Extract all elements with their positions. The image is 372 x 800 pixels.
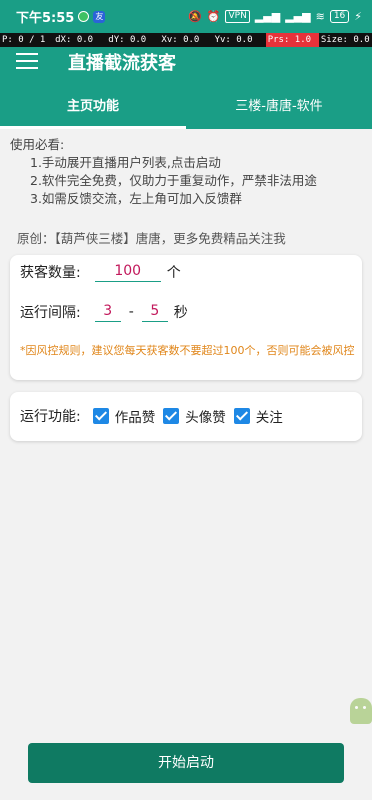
- notice-item: 1.手动展开直播用户列表,点击启动: [30, 155, 221, 170]
- tab-home-functions[interactable]: 主页功能: [0, 92, 186, 129]
- app-notification-icon: 友: [93, 10, 106, 23]
- signal-icon-2: ▂▄▆: [285, 10, 311, 23]
- debug-yv: Yv: 0.0: [214, 35, 253, 45]
- alarm-muted-icon: 🔕: [188, 10, 202, 23]
- battery-icon: 16: [329, 10, 350, 23]
- start-button[interactable]: 开始启动: [28, 743, 344, 783]
- debug-dx: dX: 0.0: [55, 35, 94, 45]
- tab-bar: 主页功能 三楼-唐唐-软件: [0, 92, 372, 129]
- checkbox-label: 作品赞: [114, 410, 156, 426]
- pointer-debug-bar: P: 0 / 1 dX: 0.0 dY: 0.0 Xv: 0.0 Yv: 0.0…: [0, 33, 372, 47]
- checkbox-label: 头像赞: [185, 410, 226, 426]
- app-title: 直播截流获客: [68, 53, 176, 74]
- interval-row: 运行间隔: 3 - 5 秒: [20, 301, 188, 322]
- checkbox-checked-icon: [92, 408, 109, 424]
- functions-card: 运行功能: 作品赞 头像赞 关注: [10, 392, 362, 441]
- usage-notice: 使用必看: 1.手动展开直播用户列表,点击启动 2.软件完全免费，仅助力于重复动…: [10, 136, 317, 208]
- notice-item: 2.软件完全免费，仅助力于重复动作，严禁非法用途: [30, 173, 317, 188]
- alarm-icon: ⏰: [206, 10, 221, 23]
- follow-checkbox[interactable]: 关注: [233, 406, 283, 426]
- wifi-icon: ≋: [315, 10, 325, 23]
- settings-card: 获客数量: 100 个 运行间隔: 3 - 5 秒 *因风控规则，建议您每天获客…: [10, 255, 362, 380]
- interval-label: 运行间隔:: [20, 304, 81, 321]
- checkbox-label: 关注: [255, 410, 283, 426]
- android-floating-icon[interactable]: [350, 698, 372, 724]
- menu-icon[interactable]: [16, 53, 38, 71]
- count-label: 获客数量:: [20, 264, 81, 281]
- interval-unit: 秒: [173, 304, 188, 321]
- signal-icon: ▂▄▆: [254, 10, 281, 23]
- count-input[interactable]: 100: [94, 261, 161, 282]
- interval-min-input[interactable]: 3: [94, 301, 121, 322]
- like-works-checkbox[interactable]: 作品赞: [92, 406, 156, 426]
- wechat-notification-icon: [78, 11, 90, 22]
- functions-row: 运行功能: 作品赞 头像赞 关注: [20, 406, 291, 426]
- notice-heading: 使用必看:: [10, 137, 65, 152]
- vpn-icon: VPN: [225, 10, 250, 23]
- count-unit: 个: [166, 264, 181, 281]
- app-bar: 直播截流获客 主页功能 三楼-唐唐-软件: [0, 47, 372, 129]
- count-row: 获客数量: 100 个: [20, 261, 181, 282]
- debug-p: P: 0 / 1: [2, 35, 46, 45]
- origin-text: 原创：【葫芦侠三楼】唐唐，更多免费精品关注我: [17, 231, 286, 246]
- status-bar: 下午5:55 友 🔕 ⏰ VPN ▂▄▆ ▂▄▆ ≋ 16 ⚡: [0, 0, 372, 33]
- risk-hint: *因风控规则，建议您每天获客数不要超过100个，否则可能会被风控: [20, 344, 355, 357]
- debug-xv: Xv: 0.0: [161, 35, 200, 45]
- like-avatar-checkbox[interactable]: 头像赞: [163, 406, 226, 426]
- debug-size: Size: 0.0: [320, 35, 370, 45]
- interval-separator: -: [128, 303, 134, 320]
- checkbox-checked-icon: [233, 408, 250, 424]
- status-time: 下午5:55: [16, 11, 75, 26]
- charging-icon: ⚡: [354, 10, 362, 23]
- functions-label: 运行功能:: [20, 409, 81, 425]
- checkbox-checked-icon: [163, 408, 180, 424]
- debug-prs: Prs: 1.0: [265, 33, 319, 47]
- interval-max-input[interactable]: 5: [141, 301, 168, 322]
- notice-item: 3.如需反馈交流，左上角可加入反馈群: [30, 191, 242, 206]
- tab-software[interactable]: 三楼-唐唐-软件: [186, 92, 372, 129]
- debug-dy: dY: 0.0: [108, 35, 147, 45]
